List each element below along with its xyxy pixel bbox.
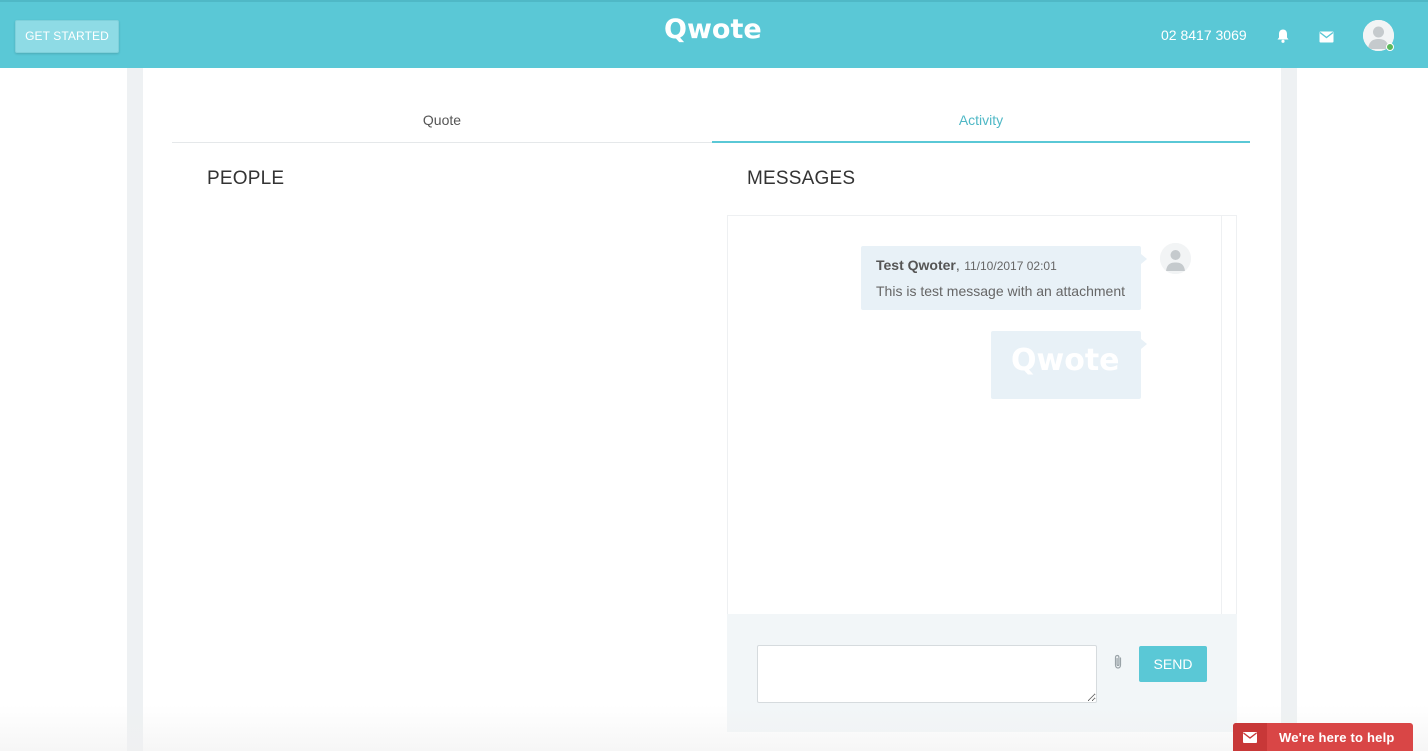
- help-widget-label: We're here to help: [1279, 730, 1395, 745]
- message-input[interactable]: [757, 645, 1097, 703]
- message-text: This is test message with an attachment: [876, 283, 1125, 299]
- page-frame-right: [1281, 68, 1297, 751]
- online-status-dot: [1386, 43, 1394, 51]
- tab-activity[interactable]: Activity: [712, 100, 1250, 143]
- send-button[interactable]: SEND: [1139, 646, 1207, 682]
- help-widget[interactable]: We're here to help: [1233, 723, 1413, 751]
- qwote-logo[interactable]: Qwote: [664, 14, 762, 45]
- page-frame-left: [127, 68, 143, 751]
- bell-icon[interactable]: [1276, 28, 1290, 44]
- messages-title: MESSAGES: [747, 168, 856, 189]
- mail-icon[interactable]: [1319, 30, 1334, 43]
- phone-number: 02 8417 3069: [1161, 27, 1247, 43]
- message-attachment-thumbnail[interactable]: Qwote: [991, 331, 1147, 399]
- top-navbar: GET STARTED Qwote 02 8417 3069: [0, 0, 1428, 68]
- message-composer: SEND: [727, 614, 1237, 732]
- get-started-button[interactable]: GET STARTED: [15, 20, 119, 53]
- message-bubble: Test Qwoter, 11/10/2017 02:01 This is te…: [861, 246, 1147, 310]
- tab-quote[interactable]: Quote: [172, 100, 712, 143]
- message-author: Test Qwoter: [876, 257, 956, 273]
- messages-scrollbar[interactable]: [1221, 216, 1235, 614]
- help-mail-icon: [1233, 723, 1267, 751]
- attachment-logo: Qwote: [1011, 343, 1120, 378]
- message-author-separator: ,: [955, 257, 960, 273]
- message-timestamp: 11/10/2017 02:01: [964, 259, 1057, 273]
- people-title: PEOPLE: [207, 168, 285, 189]
- paperclip-icon[interactable]: [1112, 654, 1124, 670]
- message-avatar-icon: [1160, 243, 1191, 274]
